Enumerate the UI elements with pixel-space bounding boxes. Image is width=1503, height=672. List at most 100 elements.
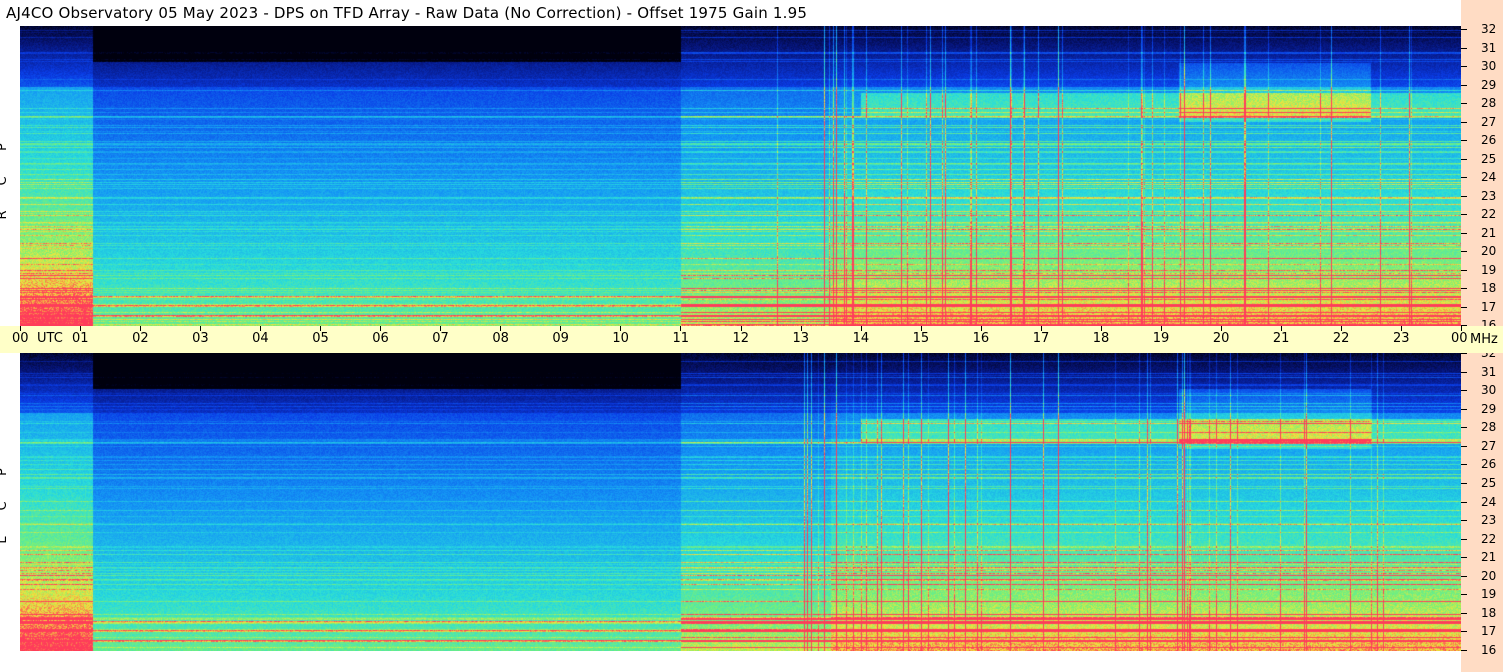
freq-label: 18 xyxy=(1481,281,1497,295)
freq-label: 23 xyxy=(1481,513,1497,528)
time-label: 00 xyxy=(1451,331,1468,346)
freq-tick xyxy=(1461,445,1467,447)
freq-label: 25 xyxy=(1481,151,1497,166)
time-label: 03 xyxy=(192,331,209,346)
freq-tick xyxy=(1461,103,1467,104)
time-label: 11 xyxy=(672,331,689,346)
time-label: 04 xyxy=(252,331,269,346)
time-label: 09 xyxy=(552,331,569,346)
freq-label: 31 xyxy=(1481,364,1497,379)
freq-axis-top: 32 31 30 29 28 27 26 25 24 23 22 21 20 19 18 17 16 xyxy=(1461,0,1503,331)
freq-tick xyxy=(1461,464,1467,466)
freq-label: 31 xyxy=(1481,40,1497,55)
time-label: 19 xyxy=(1152,331,1170,346)
freq-tick xyxy=(1461,390,1467,392)
freq-label: 18 xyxy=(1481,605,1497,620)
freq-label: 19 xyxy=(1481,262,1497,277)
time-label: 02 xyxy=(132,331,149,346)
freq-tick xyxy=(1461,538,1467,540)
freq-tick xyxy=(1461,47,1467,49)
freq-tick xyxy=(1461,306,1467,308)
lcp-spectrogram xyxy=(20,353,1461,651)
freq-label: 32 xyxy=(1481,22,1497,36)
freq-label: 22 xyxy=(1481,531,1497,546)
time-label: 15 xyxy=(912,331,930,346)
time-label: 10 xyxy=(612,331,629,346)
freq-label: 20 xyxy=(1481,568,1497,583)
freq-tick xyxy=(1461,177,1467,178)
freq-tick xyxy=(1461,427,1467,429)
freq-label: 24 xyxy=(1481,170,1497,184)
freq-label: 24 xyxy=(1481,494,1497,509)
rcp-label: P C R xyxy=(0,130,20,232)
time-label: 17 xyxy=(1032,331,1050,346)
unit-label: MHz xyxy=(1470,332,1498,347)
freq-tick xyxy=(1461,195,1467,197)
freq-label: 25 xyxy=(1481,475,1497,490)
time-label: 21 xyxy=(1272,331,1290,346)
time-label: 23 xyxy=(1392,331,1410,346)
freq-label: 26 xyxy=(1481,457,1497,472)
freq-label: 22 xyxy=(1481,207,1497,221)
freq-tick xyxy=(1461,29,1467,30)
time-label: 06 xyxy=(372,331,389,346)
time-label: 01 xyxy=(72,331,89,346)
freq-label: 27 xyxy=(1481,114,1497,129)
chart-title: AJ4CO Observatory 05 May 2023 - DPS on T… xyxy=(6,4,808,22)
freq-tick xyxy=(1461,269,1467,271)
freq-tick xyxy=(1461,612,1467,614)
freq-label: 23 xyxy=(1481,188,1497,203)
time-label: 22 xyxy=(1332,331,1350,346)
freq-label: 19 xyxy=(1481,587,1497,602)
freq-label: 28 xyxy=(1481,96,1497,110)
freq-tick xyxy=(1461,501,1467,503)
freq-tick xyxy=(1461,353,1467,354)
freq-tick xyxy=(1461,288,1467,289)
freq-label: 20 xyxy=(1481,244,1497,258)
utc-label: UTC xyxy=(37,331,63,346)
freq-axis-bottom: 32 31 30 29 28 27 26 25 24 23 22 21 20 19 18 17 16 xyxy=(1461,347,1503,672)
freq-label: 21 xyxy=(1481,550,1497,565)
freq-tick xyxy=(1461,66,1467,67)
freq-tick xyxy=(1461,575,1467,577)
freq-label: 26 xyxy=(1481,133,1497,147)
time-label: 18 xyxy=(1092,331,1110,346)
freq-label: 28 xyxy=(1481,420,1497,435)
time-label: 13 xyxy=(792,331,810,346)
freq-tick xyxy=(1461,140,1467,141)
freq-label: 27 xyxy=(1481,438,1497,453)
freq-label: 21 xyxy=(1481,225,1497,240)
freq-label: 30 xyxy=(1481,383,1497,398)
freq-label: 30 xyxy=(1481,59,1497,73)
freq-tick xyxy=(1461,371,1467,373)
time-label: 05 xyxy=(312,331,329,346)
freq-label: 29 xyxy=(1481,77,1497,92)
time-label: 08 xyxy=(492,331,509,346)
freq-label: 29 xyxy=(1481,401,1497,416)
lcp-label: P C L xyxy=(0,455,20,557)
freq-tick xyxy=(1461,214,1467,215)
freq-tick xyxy=(1461,251,1467,252)
time-label: 12 xyxy=(732,331,750,346)
freq-label: 17 xyxy=(1481,299,1497,314)
freq-tick xyxy=(1461,158,1467,160)
time-label: 00 xyxy=(12,331,29,346)
freq-tick xyxy=(1461,84,1467,86)
freq-tick xyxy=(1461,232,1467,234)
freq-tick xyxy=(1461,557,1467,559)
freq-tick xyxy=(1461,594,1467,596)
rcp-spectrogram xyxy=(20,26,1461,326)
freq-tick xyxy=(1461,408,1467,410)
time-label: 20 xyxy=(1212,331,1230,346)
freq-label: 16 xyxy=(1481,643,1497,657)
time-axis: MHz 00 01 02 03 04 05 06 07 08 09 10 11 12 13 14 15 16 17… xyxy=(0,326,1503,353)
time-label: 07 xyxy=(432,331,449,346)
freq-tick xyxy=(1461,631,1467,633)
freq-tick xyxy=(1461,520,1467,522)
freq-tick xyxy=(1461,650,1467,651)
freq-tick xyxy=(1461,482,1467,484)
time-label: 14 xyxy=(852,331,870,346)
freq-tick xyxy=(1461,121,1467,123)
freq-label: 17 xyxy=(1481,624,1497,639)
time-label: 16 xyxy=(972,331,990,346)
